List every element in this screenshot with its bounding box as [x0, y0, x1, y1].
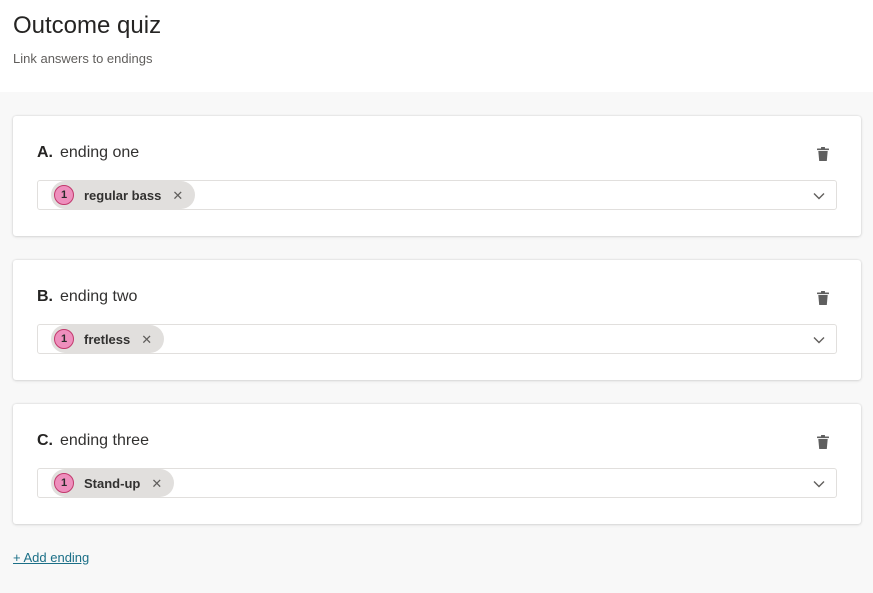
answer-chip: 1 regular bass ✕ — [51, 181, 196, 209]
page-title: Outcome quiz — [13, 12, 162, 39]
page-subtitle: Link answers to endings — [13, 51, 153, 66]
ending-card: C. ending three 1 Stand-up ✕ — [13, 404, 861, 524]
answer-chip-label: fretless — [84, 331, 131, 347]
close-icon[interactable]: ✕ — [151, 477, 162, 490]
answer-chip-label: regular bass — [84, 187, 162, 203]
ending-label[interactable]: ending two — [60, 288, 137, 306]
ending-heading: B. ending two — [37, 288, 137, 306]
ending-label[interactable]: ending one — [60, 144, 139, 162]
trash-icon[interactable] — [815, 146, 831, 162]
answer-count-badge: 1 — [54, 329, 74, 349]
page-header: Outcome quiz Link answers to endings — [0, 0, 873, 92]
answer-select[interactable]: 1 fretless ✕ — [37, 324, 837, 354]
answer-select[interactable]: 1 Stand-up ✕ — [37, 468, 837, 498]
ending-card: A. ending one 1 regular bass ✕ — [13, 116, 861, 236]
answer-chip: 1 fretless ✕ — [51, 325, 165, 353]
chevron-down-icon[interactable] — [812, 333, 826, 347]
trash-icon[interactable] — [815, 290, 831, 306]
answer-count-badge: 1 — [54, 185, 74, 205]
ending-letter: C. — [37, 432, 53, 449]
chevron-down-icon[interactable] — [812, 189, 826, 203]
close-icon[interactable]: ✕ — [172, 189, 183, 202]
ending-heading: A. ending one — [37, 144, 139, 162]
answer-count-badge: 1 — [54, 473, 74, 493]
ending-label[interactable]: ending three — [60, 432, 149, 450]
close-icon[interactable]: ✕ — [141, 333, 152, 346]
chevron-down-icon[interactable] — [812, 477, 826, 491]
answer-select[interactable]: 1 regular bass ✕ — [37, 180, 837, 210]
ending-letter: A. — [37, 144, 53, 161]
endings-list: A. ending one 1 regular bass ✕ B. ending… — [13, 116, 861, 548]
ending-heading: C. ending three — [37, 432, 149, 450]
answer-chip: 1 Stand-up ✕ — [51, 469, 175, 497]
answer-chip-label: Stand-up — [84, 475, 141, 491]
ending-letter: B. — [37, 288, 53, 305]
ending-card: B. ending two 1 fretless ✕ — [13, 260, 861, 380]
trash-icon[interactable] — [815, 434, 831, 450]
add-ending-link[interactable]: + Add ending — [13, 550, 89, 565]
